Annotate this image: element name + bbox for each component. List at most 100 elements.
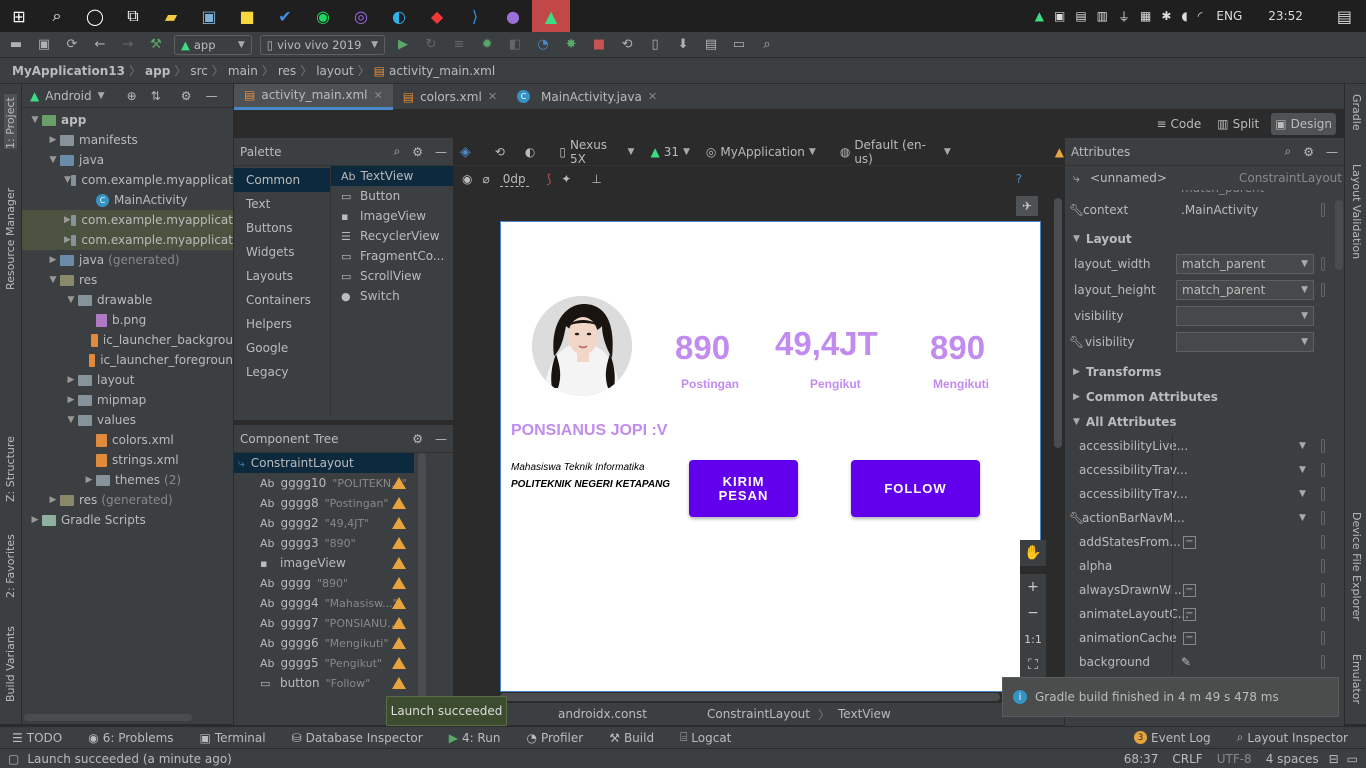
chevron-right-icon[interactable]: ▶	[64, 215, 71, 225]
crumb-textview[interactable]: TextView	[838, 707, 891, 721]
infer-constraints-icon[interactable]: ✦	[561, 172, 571, 186]
close-icon[interactable]: ✕	[648, 90, 657, 103]
make-icon[interactable]: ⚒	[146, 35, 166, 55]
palette-category[interactable]: Legacy	[234, 360, 330, 384]
avatar[interactable]	[532, 296, 632, 396]
follow-button[interactable]: FOLLOW	[851, 460, 980, 517]
file-explorer-icon[interactable]: ▰	[152, 0, 190, 32]
layout-icon[interactable]: ▭	[729, 35, 749, 55]
tree-item[interactable]: ▶ themes (2)	[22, 470, 233, 490]
orientation-icon[interactable]: ⟲	[495, 145, 505, 159]
bluetooth-icon[interactable]: ✱	[1161, 9, 1171, 23]
crumb-constraint[interactable]: ConstraintLayout	[707, 707, 810, 721]
palette-category[interactable]: Google	[234, 336, 330, 360]
minimize-icon[interactable]: —	[435, 432, 447, 446]
chevron-down-icon[interactable]: ▼	[64, 175, 71, 185]
chevron-down-icon[interactable]: ▼	[64, 415, 78, 425]
language-indicator[interactable]: ENG	[1216, 9, 1242, 23]
attr-value-dropdown[interactable]: match_parent ▼	[1176, 280, 1314, 300]
tree-item[interactable]: ▶ com.example.myapplicat	[22, 210, 233, 230]
indent-setting[interactable]: 4 spaces	[1266, 752, 1319, 766]
pan-icon[interactable]: ✈	[1016, 196, 1038, 216]
search-icon[interactable]: ⌕	[1285, 144, 1292, 159]
network-icon[interactable]: ▦	[1140, 9, 1151, 23]
minimize-icon[interactable]: —	[205, 89, 217, 103]
palette-category[interactable]: Helpers	[234, 312, 330, 336]
tab-emulator[interactable]: Emulator	[1350, 654, 1363, 716]
minimize-icon[interactable]: —	[1326, 145, 1338, 159]
tab-database-inspector[interactable]: ⛁ Database Inspector	[292, 731, 423, 745]
checkbox-indeterminate[interactable]: −	[1183, 631, 1196, 645]
tab-activity-main[interactable]: ▤ activity_main.xml ✕	[234, 83, 393, 110]
breadcrumb-src[interactable]: src	[190, 64, 208, 78]
section-all[interactable]: ▼ All Attributes	[1065, 409, 1344, 434]
attributes-scrollbar[interactable]	[1335, 200, 1343, 270]
palette-category[interactable]: Layouts	[234, 264, 330, 288]
palette-item[interactable]: ▪ ImageView	[331, 206, 453, 226]
lock-icon[interactable]: ⊟	[1329, 752, 1339, 766]
palette-item[interactable]: ● Switch	[331, 286, 453, 306]
theme-select[interactable]: ◎ MyApplication ▼	[706, 145, 816, 159]
warning-icon[interactable]	[392, 657, 406, 669]
tab-colors[interactable]: ▤ colors.xml ✕	[393, 84, 507, 110]
run-icon[interactable]: ▶	[393, 35, 413, 55]
message-button[interactable]: KIRIM PESAN	[689, 460, 798, 517]
media-icon[interactable]: ◎	[342, 0, 380, 32]
gear-icon[interactable]: ⚙	[1303, 145, 1314, 159]
horizontal-scrollbar[interactable]	[500, 693, 1000, 701]
locate-icon[interactable]: ⊕	[127, 89, 137, 103]
tab-main-activity[interactable]: C MainActivity.java ✕	[507, 84, 667, 110]
warning-icon[interactable]	[392, 557, 406, 569]
tab-device-file-explorer[interactable]: Device File Explorer	[1350, 512, 1363, 632]
gradle-sync-icon[interactable]: ⟲	[617, 35, 637, 55]
file-encoding[interactable]: UTF-8	[1217, 752, 1252, 766]
palette-item[interactable]: ☰ RecyclerView	[331, 226, 453, 246]
tab-resource-manager[interactable]: Resource Manager	[4, 180, 17, 290]
tree-item[interactable]: C MainActivity	[22, 190, 233, 210]
palette-category[interactable]: Buttons	[234, 216, 330, 240]
color-picker-icon[interactable]: ✎	[1181, 655, 1191, 669]
phone-preview[interactable]: 890 Postingan 49,4JT Pengikut 890 Mengikuti P…	[500, 221, 1041, 692]
chevron-right-icon[interactable]: ▶	[82, 475, 96, 485]
checkbox-indeterminate[interactable]: −	[1183, 607, 1196, 621]
help-icon[interactable]: ?	[1016, 172, 1022, 186]
clear-constraints-icon[interactable]: ⟆	[547, 172, 552, 186]
tab-favorites[interactable]: 2: Favorites	[4, 530, 17, 598]
tree-item[interactable]: ▼ com.example.myapplicat	[22, 170, 233, 190]
palette-category[interactable]: Widgets	[234, 240, 330, 264]
tree-item[interactable]: strings.xml	[22, 450, 233, 470]
margin-field[interactable]: 0dp	[499, 172, 529, 187]
zoom-out-icon[interactable]: −	[1020, 600, 1046, 626]
tree-item[interactable]: ▶ com.example.myapplicat	[22, 230, 233, 250]
palette-item[interactable]: ▭ Button	[331, 186, 453, 206]
chevron-right-icon[interactable]: ▶	[28, 515, 42, 525]
api-select[interactable]: ▲ 31 ▼	[650, 145, 689, 159]
module-select[interactable]: ▲ app ▼	[174, 34, 252, 55]
chevron-down-icon[interactable]: ▼	[1299, 465, 1306, 475]
attr-value-dropdown[interactable]: match_parent ▼	[1176, 254, 1314, 274]
tab-project[interactable]: 1: Project	[4, 94, 17, 149]
cortana-icon[interactable]: ◯	[76, 0, 114, 32]
chevron-right-icon[interactable]: ▶	[64, 395, 78, 405]
warning-icon[interactable]	[392, 537, 406, 549]
palette-item[interactable]: ▭ FragmentCo...	[331, 246, 453, 266]
breadcrumb-main[interactable]: main	[228, 64, 258, 78]
tab-layout-validation[interactable]: Layout Validation	[1350, 164, 1363, 274]
eye-icon[interactable]: ◉	[462, 172, 472, 186]
close-icon[interactable]: ✕	[374, 89, 383, 102]
chevron-down-icon[interactable]: ▼	[1299, 513, 1306, 523]
checkbox-indeterminate[interactable]: −	[1183, 535, 1196, 549]
tab-event-log[interactable]: 3 Event Log	[1134, 731, 1211, 745]
context-value[interactable]: .MainActivity	[1181, 203, 1258, 217]
notifications-icon[interactable]: ▤	[1337, 7, 1352, 26]
pan-hand-icon[interactable]: ✋	[1020, 540, 1046, 566]
device-select[interactable]: ▯ vivo vivo 2019 ▼	[259, 34, 386, 55]
vscode-icon[interactable]: ⟩	[456, 0, 494, 32]
warning-icon[interactable]	[392, 577, 406, 589]
tree-item[interactable]: ▶ Gradle Scripts	[22, 510, 233, 530]
checkbox-indeterminate[interactable]: −	[1183, 583, 1196, 597]
debug-icon[interactable]: ✹	[477, 35, 497, 55]
zoom-actual-button[interactable]: 1:1	[1020, 626, 1046, 652]
gear-icon[interactable]: ⚙	[412, 145, 423, 159]
tab-todo[interactable]: ☰ TODO	[12, 731, 62, 745]
